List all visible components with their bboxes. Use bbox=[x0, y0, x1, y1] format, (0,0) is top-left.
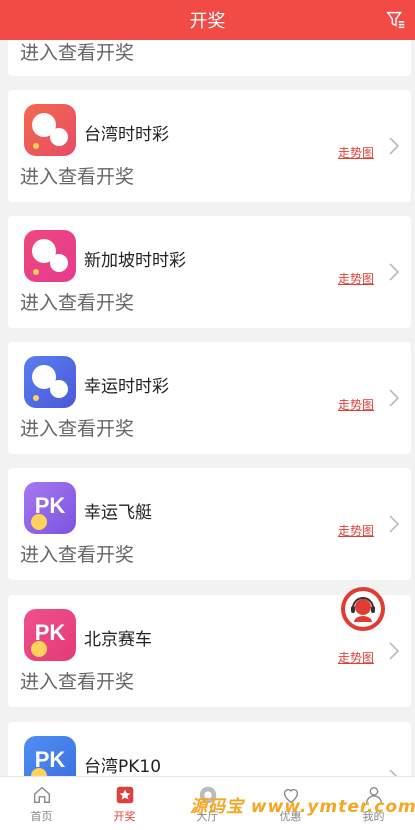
lottery-name: 幸运飞艇 bbox=[84, 503, 152, 523]
top-bar: 开奖 bbox=[0, 0, 415, 40]
lottery-card[interactable]: 幸运时时彩 进入查看开奖 走势图 bbox=[8, 342, 411, 454]
enter-draw-label: 进入查看开奖 bbox=[20, 418, 135, 440]
trend-chart-link[interactable]: 走势图 bbox=[338, 649, 374, 666]
lottery-card[interactable]: 新加坡时时彩 进入查看开奖 走势图 bbox=[8, 216, 411, 328]
lottery-card[interactable]: PK 台湾PK10 进入查看开奖 走势图 bbox=[8, 722, 411, 776]
pk-icon: PK bbox=[24, 736, 76, 776]
pk-icon: PK bbox=[24, 482, 76, 534]
lottery-card[interactable]: 进入查看开奖 bbox=[8, 40, 411, 76]
lottery-list: 进入查看开奖 台湾时时彩 进入查看开奖 走势图 新加坡时时彩 进入查看开奖 走势… bbox=[0, 40, 415, 776]
enter-draw-label: 进入查看开奖 bbox=[20, 166, 135, 188]
pk-icon: PK bbox=[24, 609, 76, 661]
customer-service-icon[interactable] bbox=[340, 586, 386, 632]
chevron-right-icon bbox=[389, 769, 398, 776]
enter-draw-label: 进入查看开奖 bbox=[20, 671, 135, 693]
enter-draw-label: 进入查看开奖 bbox=[20, 42, 135, 64]
shishi-ball-icon bbox=[24, 230, 76, 282]
lottery-card[interactable]: PK 幸运飞艇 进入查看开奖 走势图 bbox=[8, 468, 411, 580]
lottery-name: 新加坡时时彩 bbox=[84, 251, 186, 271]
tab-label: 首页 bbox=[30, 810, 53, 823]
trend-chart-link[interactable]: 走势图 bbox=[338, 522, 374, 539]
chevron-right-icon bbox=[389, 515, 400, 533]
lottery-name: 台湾时时彩 bbox=[84, 125, 169, 145]
trend-chart-link[interactable]: 走势图 bbox=[338, 144, 374, 161]
tab-lottery[interactable]: 开奖 bbox=[83, 777, 166, 830]
tab-label: 开奖 bbox=[113, 810, 136, 823]
tab-home[interactable]: 首页 bbox=[0, 777, 83, 830]
chevron-right-icon bbox=[389, 389, 400, 407]
trend-chart-link[interactable]: 走势图 bbox=[338, 396, 374, 413]
lottery-card[interactable]: 台湾时时彩 进入查看开奖 走势图 bbox=[8, 90, 411, 202]
shishi-ball-icon bbox=[24, 356, 76, 408]
chevron-right-icon bbox=[389, 642, 400, 660]
page-title: 开奖 bbox=[189, 11, 226, 32]
chevron-right-icon bbox=[389, 137, 400, 155]
watermark-text: 源码宝 www.ymter.com bbox=[190, 797, 415, 817]
home-icon bbox=[33, 786, 50, 804]
enter-draw-label: 进入查看开奖 bbox=[20, 292, 135, 314]
lottery-name: 台湾PK10 bbox=[84, 757, 162, 776]
shishi-ball-icon bbox=[24, 104, 76, 156]
lottery-name: 北京赛车 bbox=[84, 630, 152, 650]
chevron-right-icon bbox=[389, 263, 400, 281]
enter-draw-label: 进入查看开奖 bbox=[20, 544, 135, 566]
lottery-icon bbox=[116, 786, 133, 804]
lottery-name: 幸运时时彩 bbox=[84, 377, 169, 397]
filter-icon[interactable] bbox=[385, 9, 407, 31]
trend-chart-link[interactable]: 走势图 bbox=[338, 270, 374, 287]
